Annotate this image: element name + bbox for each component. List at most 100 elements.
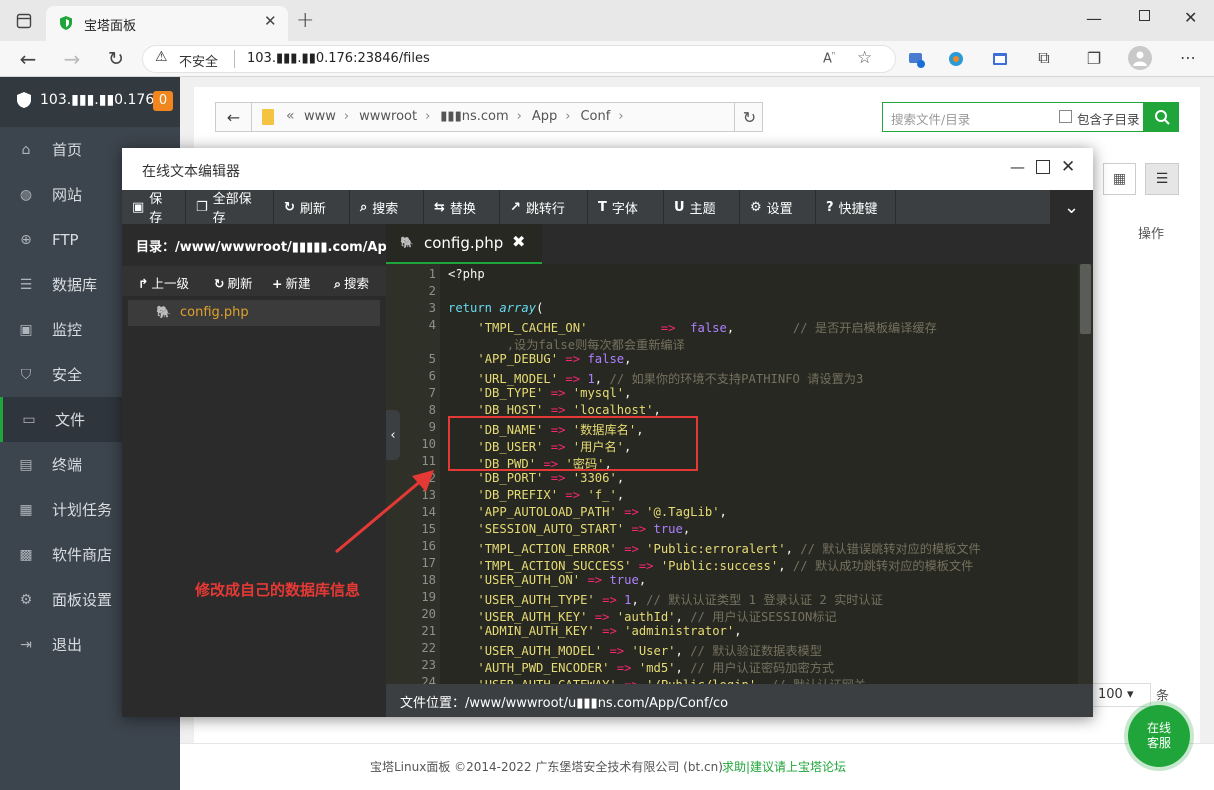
toolbar-save-button[interactable]: ▣ 保存 bbox=[122, 190, 186, 226]
tree-action-2[interactable]: + 新建 bbox=[272, 273, 311, 292]
code-scrollbar[interactable] bbox=[1078, 264, 1093, 684]
editor-dir-label: 目录：/www/wwwroot/▮▮▮▮▮.com/Ap... bbox=[136, 240, 402, 255]
line-number: 24 bbox=[421, 675, 436, 684]
extension-3-icon[interactable] bbox=[990, 49, 1010, 69]
maximize-window-icon[interactable] bbox=[1139, 10, 1150, 21]
close-editor-tab-icon[interactable]: ✖ bbox=[512, 232, 525, 251]
toolbar-label: 搜索 bbox=[372, 201, 399, 217]
code-line: ,设为false则每次都会重新编译 bbox=[448, 338, 685, 352]
breadcrumb-item[interactable]: App bbox=[532, 109, 557, 124]
footer-help-link[interactable]: 求助|建议请上宝塔论坛 bbox=[722, 758, 846, 775]
collections-icon[interactable]: ❐ bbox=[1084, 48, 1104, 68]
sidebar-header: 103.▮▮▮.▮▮0.176 0 bbox=[0, 77, 180, 127]
grid-view-icon[interactable]: ▦ bbox=[1103, 163, 1136, 195]
code-area[interactable]: 1 <?php 2 3 return array(4 'TMPL_CACHE_ON' =… bbox=[386, 264, 1093, 684]
server-icon bbox=[16, 91, 32, 113]
tree-action-1[interactable]: ↻ 刷新 bbox=[214, 273, 253, 292]
breadcrumb-item[interactable]: www bbox=[304, 109, 336, 124]
toolbar-goto-line-button[interactable]: ↗ 跳转行 bbox=[500, 190, 588, 224]
line-number: 4 bbox=[428, 318, 436, 332]
url-box[interactable]: ⚠ 不安全 103.▮▮▮.▮▮0.176:23846/files Aⁿ ☆ bbox=[142, 45, 896, 73]
sidebar-item-label: FTP bbox=[52, 230, 79, 249]
editor-maximize-icon[interactable] bbox=[1036, 160, 1050, 174]
code-line: 'ADMIN_AUTH_KEY' => 'administrator', bbox=[477, 624, 742, 638]
toolbar-save-all-button[interactable]: ❐ 全部保存 bbox=[186, 190, 274, 226]
browser-tab[interactable]: 宝塔面板 ✕ bbox=[46, 6, 288, 41]
annotation-arrow bbox=[335, 470, 434, 554]
tree-action-0[interactable]: ↱ 上一级 bbox=[138, 273, 189, 292]
page-size-select[interactable]: 100 ▾ bbox=[1091, 683, 1151, 707]
tree-file-item[interactable]: 🐘 config.php bbox=[128, 300, 380, 326]
file-location: 文件位置：/www/wwwroot/u▮▮▮ns.com/App/Conf/co bbox=[400, 696, 729, 711]
minimize-window-icon[interactable]: — bbox=[1086, 9, 1102, 28]
warning-icon: ⚠ bbox=[155, 49, 168, 65]
path-back-icon[interactable]: ← bbox=[216, 103, 252, 131]
read-aloud-icon[interactable]: Aⁿ bbox=[823, 50, 835, 66]
new-tab-icon[interactable]: + bbox=[296, 8, 314, 33]
insecure-label: 不安全 bbox=[179, 55, 219, 70]
url-text[interactable]: 103.▮▮▮.▮▮0.176:23846/files bbox=[247, 51, 430, 66]
tree-action-3[interactable]: ⌕ 搜索 bbox=[334, 273, 369, 292]
sidebar-item-label: 终端 bbox=[52, 456, 83, 474]
toolbar-search-button[interactable]: ⌕ 搜索 bbox=[350, 190, 424, 224]
line-number: 21 bbox=[421, 624, 436, 638]
toolbar-collapse-icon[interactable]: ⌄ bbox=[1050, 190, 1093, 224]
extension-1-icon[interactable] bbox=[906, 49, 926, 69]
sidebar-item-label: 首页 bbox=[52, 141, 83, 159]
monitor-icon: ▣ bbox=[19, 321, 33, 338]
code-line: 'TMPL_ACTION_SUCCESS' => 'Public:success… bbox=[477, 559, 974, 573]
extensions-puzzle-icon[interactable]: ⧉ bbox=[1034, 48, 1054, 68]
code-line: 'SESSION_AUTO_START' => true, bbox=[477, 522, 691, 536]
path-bar: ← « www › wwwroot › ▮▮▮ns.com › App › Conf › ↻ bbox=[215, 102, 763, 132]
code-scroll-thumb[interactable] bbox=[1080, 264, 1091, 334]
editor-close-icon[interactable]: ✕ bbox=[1061, 157, 1075, 177]
browser-tab-bar: 宝塔面板 ✕ + — ✕ bbox=[0, 0, 1214, 41]
profile-avatar[interactable] bbox=[1128, 46, 1152, 70]
code-line: 'URL_MODEL' => 1, // 如果你的环境不支持PATHINFO 请… bbox=[477, 372, 864, 386]
breadcrumb-item[interactable]: ▮▮▮ns.com bbox=[440, 109, 508, 124]
forward-icon[interactable]: → bbox=[60, 47, 84, 71]
breadcrumb-item[interactable]: wwwroot bbox=[359, 109, 417, 124]
tree-toggle-icon[interactable]: ‹ bbox=[386, 410, 400, 460]
close-window-icon[interactable]: ✕ bbox=[1184, 8, 1197, 27]
server-host: 103.▮▮▮.▮▮0.176 bbox=[40, 92, 155, 108]
toolbar-settings-button[interactable]: ⚙ 设置 bbox=[740, 190, 816, 224]
breadcrumb-separator-icon: › bbox=[343, 109, 350, 124]
refresh-icon[interactable]: ↻ bbox=[104, 47, 128, 71]
code-line: 'APP_DEBUG' => false, bbox=[477, 352, 632, 366]
sidebar-item-label: 计划任务 bbox=[52, 501, 113, 519]
path-collapse-icon[interactable]: « bbox=[286, 108, 295, 124]
close-tab-icon[interactable]: ✕ bbox=[264, 12, 277, 30]
toolbar-replace-button[interactable]: ⇆ 替换 bbox=[424, 190, 500, 224]
tree-actions: ↱ 上一级 ↻ 刷新 + 新建 ⌕ 搜索 bbox=[122, 266, 386, 296]
save-all-icon: ❐ bbox=[196, 199, 208, 215]
search-input[interactable]: 搜索文件/目录 包含子目录 bbox=[882, 102, 1144, 132]
editor-minimize-icon[interactable]: — bbox=[1010, 158, 1025, 176]
tab-title: 宝塔面板 bbox=[84, 19, 137, 34]
tab-actions-icon[interactable] bbox=[14, 11, 34, 31]
include-subdir-checkbox[interactable] bbox=[1059, 110, 1072, 123]
toolbar-refresh-button[interactable]: ↻ 刷新 bbox=[274, 190, 350, 224]
online-service-button[interactable]: 在线 客服 bbox=[1128, 705, 1190, 767]
toolbar-theme-button[interactable]: U 主题 bbox=[664, 190, 740, 224]
favorite-icon[interactable]: ☆ bbox=[857, 48, 872, 68]
breadcrumb-item[interactable]: Conf bbox=[580, 109, 610, 124]
plus-icon: + bbox=[272, 276, 283, 291]
code-line: 'USER_AUTH_ON' => true, bbox=[477, 573, 647, 587]
browser-menu-icon[interactable]: ⋯ bbox=[1178, 47, 1198, 67]
font-icon: T bbox=[598, 199, 607, 215]
search-button[interactable] bbox=[1144, 102, 1179, 132]
path-refresh-icon[interactable]: ↻ bbox=[734, 103, 764, 131]
tree-file-name: config.php bbox=[180, 305, 249, 320]
toolbar-help-button[interactable]: ? 快捷键 bbox=[816, 190, 896, 224]
line-number: 17 bbox=[421, 556, 436, 570]
back-icon[interactable]: ← bbox=[16, 47, 40, 71]
search-icon: ⌕ bbox=[360, 199, 368, 215]
toolbar-font-button[interactable]: T 字体 bbox=[588, 190, 664, 224]
list-view-icon[interactable]: ☰ bbox=[1145, 163, 1179, 195]
line-number: 23 bbox=[421, 658, 436, 672]
line-number: 20 bbox=[421, 607, 436, 621]
editor-tab-config[interactable]: 🐘 config.php ✖ bbox=[386, 224, 542, 264]
extension-2-icon[interactable] bbox=[946, 49, 966, 69]
url-divider bbox=[234, 50, 235, 68]
